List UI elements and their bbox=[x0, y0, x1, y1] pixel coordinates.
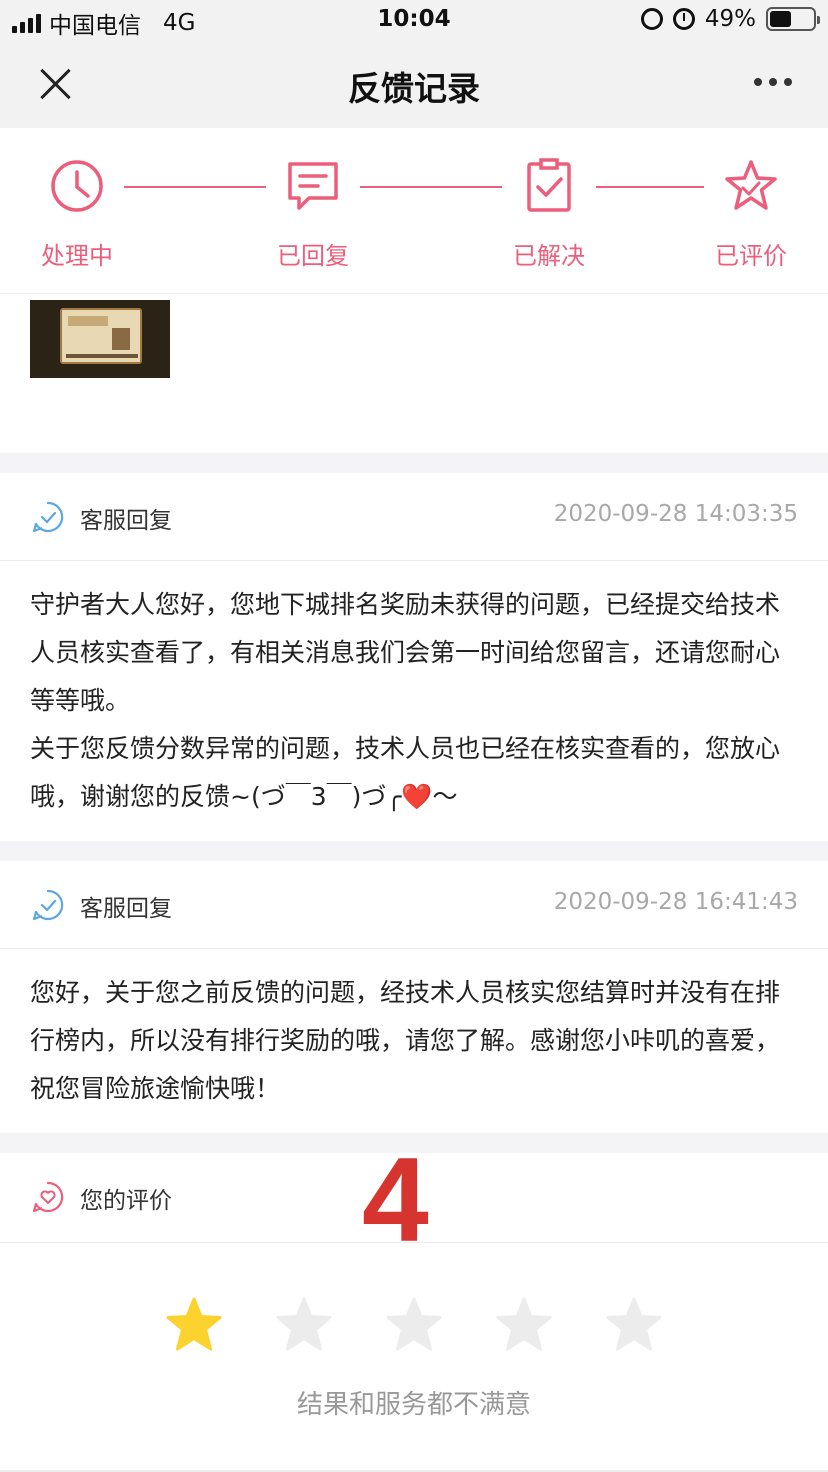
star-icon bbox=[725, 160, 777, 210]
star-rating[interactable] bbox=[0, 1296, 828, 1356]
reply-label: 客服回复 bbox=[80, 508, 172, 534]
progress-connector bbox=[596, 186, 704, 188]
reply-body: 守护者大人您好，您地下城排名奖励未获得的问题，已经提交给技术人员核实查看了，有相… bbox=[0, 561, 828, 821]
rotation-lock-icon bbox=[640, 8, 663, 30]
check-circle-icon bbox=[32, 501, 64, 533]
reply-card: 客服回复 2020-09-28 14:03:35 守护者大人您好，您地下城排名奖… bbox=[0, 473, 828, 841]
annotation-number: 4 bbox=[362, 1133, 429, 1267]
star-empty-icon[interactable] bbox=[385, 1296, 443, 1354]
nav-bar: 反馈记录 bbox=[0, 40, 828, 128]
step-label: 已解决 bbox=[513, 242, 585, 270]
reply-time: 2020-09-28 14:03:35 bbox=[553, 501, 798, 527]
page-title: 反馈记录 bbox=[348, 69, 480, 108]
reply-header: 客服回复 2020-09-28 16:41:43 bbox=[0, 861, 828, 949]
step-label: 已回复 bbox=[277, 242, 349, 270]
star-filled-icon[interactable] bbox=[165, 1296, 223, 1354]
section-divider bbox=[0, 841, 828, 861]
reply-header: 客服回复 2020-09-28 14:03:35 bbox=[0, 473, 828, 561]
step-replied: 已回复 bbox=[253, 158, 373, 271]
heart-chat-icon bbox=[32, 1181, 64, 1213]
reply-label: 客服回复 bbox=[80, 896, 172, 922]
star-empty-icon[interactable] bbox=[275, 1296, 333, 1354]
star-empty-icon[interactable] bbox=[605, 1296, 663, 1354]
status-right: 49% bbox=[640, 6, 820, 32]
section-divider bbox=[0, 453, 828, 473]
check-circle-icon bbox=[32, 889, 64, 921]
reply-paragraph: 守护者大人您好，您地下城排名奖励未获得的问题，已经提交给技术人员核实查看了，有相… bbox=[30, 590, 781, 715]
step-processing: 处理中 bbox=[17, 158, 137, 271]
step-label: 已评价 bbox=[715, 242, 787, 270]
progress-connector bbox=[124, 186, 266, 188]
battery-icon bbox=[766, 7, 820, 31]
clipboard-check-icon bbox=[527, 158, 571, 212]
more-icon[interactable] bbox=[754, 78, 792, 86]
reply-paragraph: 关于您反馈分数异常的问题，技术人员也已经在核实查看的，您放心哦，谢谢您的反馈~(… bbox=[30, 734, 781, 811]
rating-label: 您的评价 bbox=[80, 1188, 172, 1214]
battery-percent: 49% bbox=[704, 6, 756, 32]
progress-steps: 处理中 已回复 已解决 已评价 bbox=[0, 128, 828, 294]
step-label: 处理中 bbox=[41, 242, 113, 270]
reply-paragraph: 您好，关于您之前反馈的问题，经技术人员核实您结算时并没有在排行榜内，所以没有排行… bbox=[30, 978, 781, 1103]
reply-card: 客服回复 2020-09-28 16:41:43 您好，关于您之前反馈的问题，经… bbox=[0, 861, 828, 1133]
step-resolved: 已解决 bbox=[489, 158, 609, 271]
chat-icon bbox=[288, 162, 338, 210]
reply-body: 您好，关于您之前反馈的问题，经技术人员核实您结算时并没有在排行榜内，所以没有排行… bbox=[0, 949, 828, 1113]
reply-time: 2020-09-28 16:41:43 bbox=[553, 889, 798, 915]
alarm-icon bbox=[672, 8, 695, 30]
status-bar: 中国电信 4G 10:04 49% bbox=[0, 0, 828, 40]
rating-result-text: 结果和服务都不满意 bbox=[296, 1390, 531, 1420]
attachment-area bbox=[0, 295, 828, 453]
attachment-thumbnail[interactable] bbox=[30, 300, 170, 378]
clock-icon bbox=[51, 160, 103, 212]
step-rated: 已评价 bbox=[691, 158, 811, 271]
star-empty-icon[interactable] bbox=[495, 1296, 553, 1354]
progress-connector bbox=[360, 186, 502, 188]
